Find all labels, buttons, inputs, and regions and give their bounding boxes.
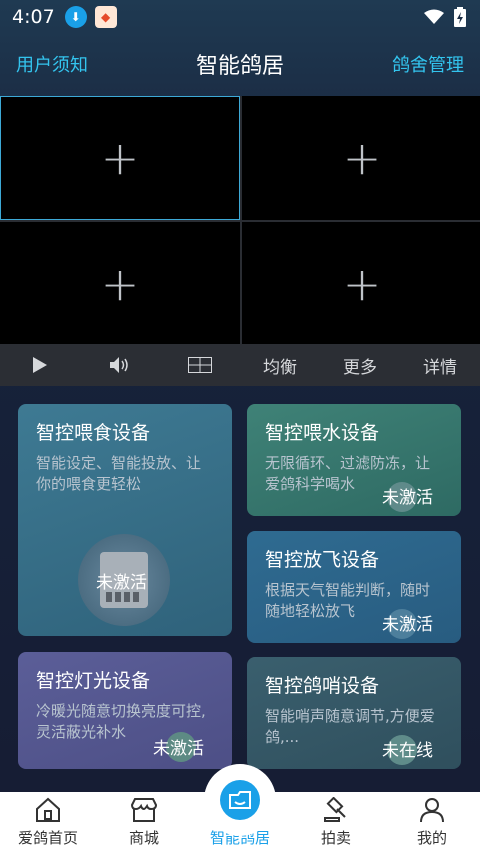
device-status: 未激活 [382, 615, 433, 635]
nav-auction[interactable]: 拍卖 [288, 792, 384, 854]
nav-mine[interactable]: 我的 [384, 792, 480, 854]
nav-label: 商城 [128, 829, 159, 847]
nav-home[interactable]: 爱鸽首页 [0, 792, 96, 854]
video-slot-2[interactable]: + [242, 96, 480, 220]
balance-button[interactable]: 均衡 [240, 344, 320, 386]
app-notification-icon: ◆ [94, 6, 117, 28]
user-icon [419, 795, 445, 825]
video-slot-4[interactable]: + [242, 222, 480, 346]
add-camera-icon: + [100, 131, 140, 185]
battery-icon [454, 7, 466, 27]
card-title: 智控喂水设备 [265, 422, 380, 444]
light-device-card[interactable]: 智控灯光设备 冷暖光随意切换亮度可控,灵活蔽光补水 未激活 [18, 652, 232, 769]
loft-management-link[interactable]: 鸽舍管理 [392, 51, 464, 77]
nav-shop[interactable]: 商城 [96, 792, 192, 854]
gavel-icon [323, 795, 349, 825]
speaker-icon [110, 357, 128, 373]
wifi-icon [424, 9, 444, 24]
download-icon: ⬇ [64, 6, 87, 28]
status-time: 4:07 [12, 6, 55, 28]
nav-label: 我的 [416, 829, 447, 847]
layout-button[interactable] [160, 344, 240, 386]
card-title: 智控放飞设备 [265, 549, 380, 571]
add-camera-icon: + [342, 131, 382, 185]
home-icon [35, 795, 61, 825]
grid-layout-icon [188, 357, 212, 373]
store-icon [130, 795, 158, 825]
video-slot-1[interactable]: + [0, 96, 240, 220]
release-device-card[interactable]: 智控放飞设备 根据天气智能判断，随时随地轻松放飞 未激活 [247, 531, 461, 643]
user-notice-link[interactable]: 用户须知 [16, 51, 88, 77]
water-device-card[interactable]: 智控喂水设备 无限循环、过滤防冻，让爱鸽科学喝水 未激活 [247, 404, 461, 516]
card-title: 智控灯光设备 [36, 670, 151, 692]
play-icon [33, 357, 47, 373]
volume-button[interactable] [80, 344, 160, 386]
card-title: 智控鸽哨设备 [265, 675, 380, 697]
status-bar: 4:07 ⬇ ◆ [0, 0, 480, 34]
nav-label: 爱鸽首页 [17, 829, 78, 847]
more-button[interactable]: 更多 [320, 344, 400, 386]
smart-home-icon [220, 780, 260, 820]
video-control-bar: 均衡 更多 详情 [0, 344, 480, 386]
smart-home-center-button[interactable] [204, 764, 276, 836]
video-slot-3[interactable]: + [0, 222, 240, 346]
add-camera-icon: + [342, 257, 382, 311]
device-status: 未激活 [382, 488, 433, 508]
whistle-device-card[interactable]: 智控鸽哨设备 智能哨声随意调节,方便爱鸽,... 未在线 [247, 657, 461, 769]
play-button[interactable] [0, 344, 80, 386]
card-description: 智能设定、智能投放、让你的喂食更轻松 [36, 454, 202, 493]
device-status: 未激活 [153, 739, 204, 759]
details-button[interactable]: 详情 [400, 344, 480, 386]
add-camera-icon: + [100, 257, 140, 311]
feed-device-card[interactable]: 智控喂食设备 智能设定、智能投放、让你的喂食更轻松 未激活 [18, 404, 232, 636]
device-status: 未在线 [382, 741, 433, 761]
card-title: 智控喂食设备 [36, 422, 151, 444]
device-status: 未激活 [96, 573, 147, 593]
app-header: 用户须知 智能鸽居 鸽舍管理 [0, 34, 480, 94]
page-title: 智能鸽居 [195, 54, 285, 79]
nav-label: 拍卖 [320, 829, 351, 847]
video-grid: + + + + [0, 96, 480, 346]
